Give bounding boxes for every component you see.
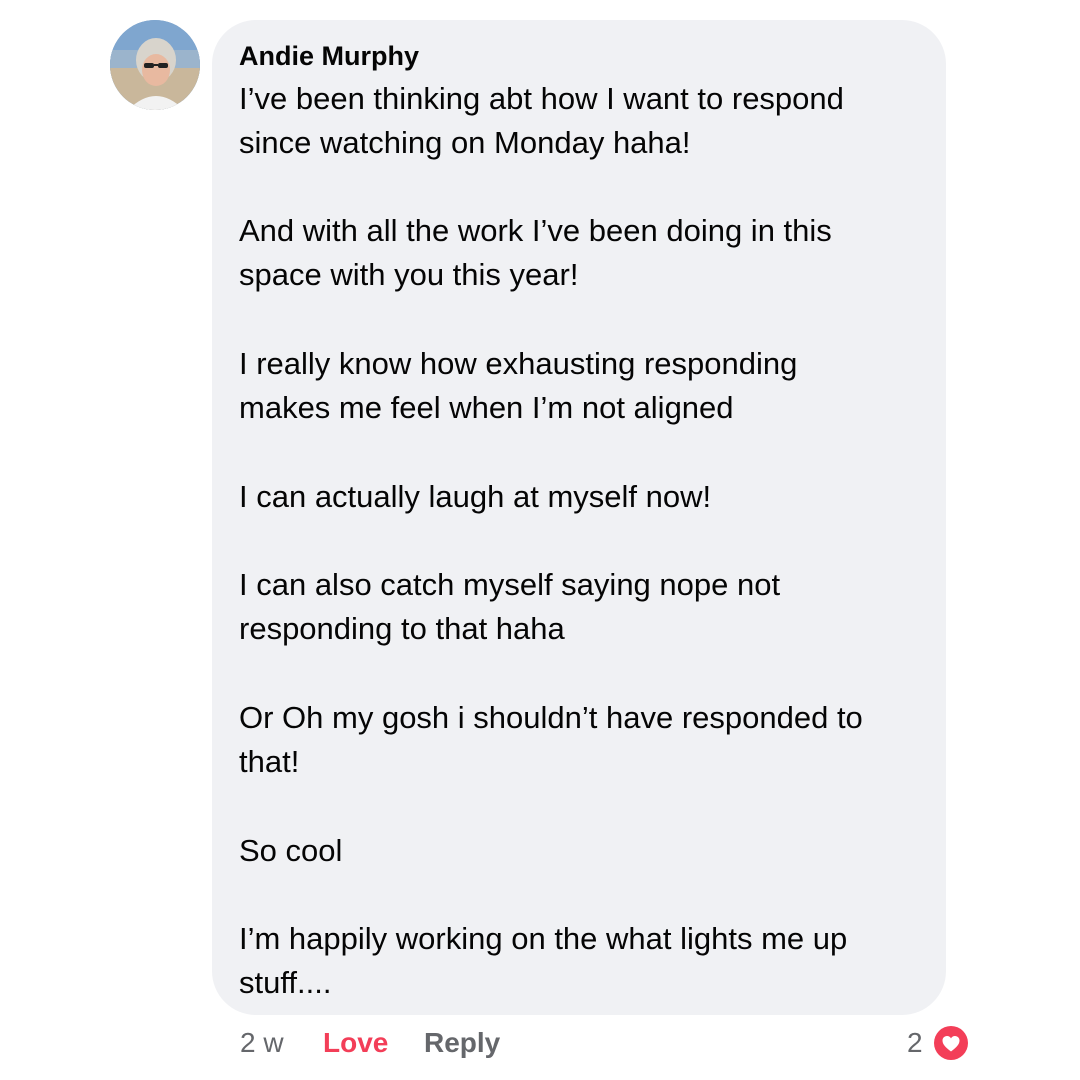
comment-line: I’m happily working on the what lights m… xyxy=(239,921,848,956)
comment-line: I can also catch myself saying nope not xyxy=(239,567,781,602)
avatar-photo xyxy=(110,20,200,110)
comment-line: I can actually laugh at myself now! xyxy=(239,479,712,514)
comment-line: And with all the work I’ve been doing in… xyxy=(239,213,832,248)
comment-line: responding to that haha xyxy=(239,611,565,646)
heart-icon[interactable] xyxy=(932,1024,970,1062)
avatar[interactable] xyxy=(110,20,200,110)
reaction-count[interactable]: 2 xyxy=(907,1025,923,1061)
comment-line: stuff.... xyxy=(239,965,332,1000)
comment-line: makes me feel when I’m not aligned xyxy=(239,390,734,425)
comment-line: that! xyxy=(239,744,300,779)
comment-author[interactable]: Andie Murphy xyxy=(239,40,419,72)
comment-line: space with you this year! xyxy=(239,257,579,292)
comment-line: Or Oh my gosh i shouldn’t have responded… xyxy=(239,700,863,735)
comment-timestamp[interactable]: 2 w xyxy=(240,1025,284,1061)
comment-line: I’ve been thinking abt how I want to res… xyxy=(239,81,844,116)
reply-button[interactable]: Reply xyxy=(424,1025,500,1061)
comment-line: I really know how exhausting responding xyxy=(239,346,798,381)
love-button[interactable]: Love xyxy=(323,1025,388,1061)
comment-line: So cool xyxy=(239,833,343,868)
comment-line: since watching on Monday haha! xyxy=(239,125,691,160)
